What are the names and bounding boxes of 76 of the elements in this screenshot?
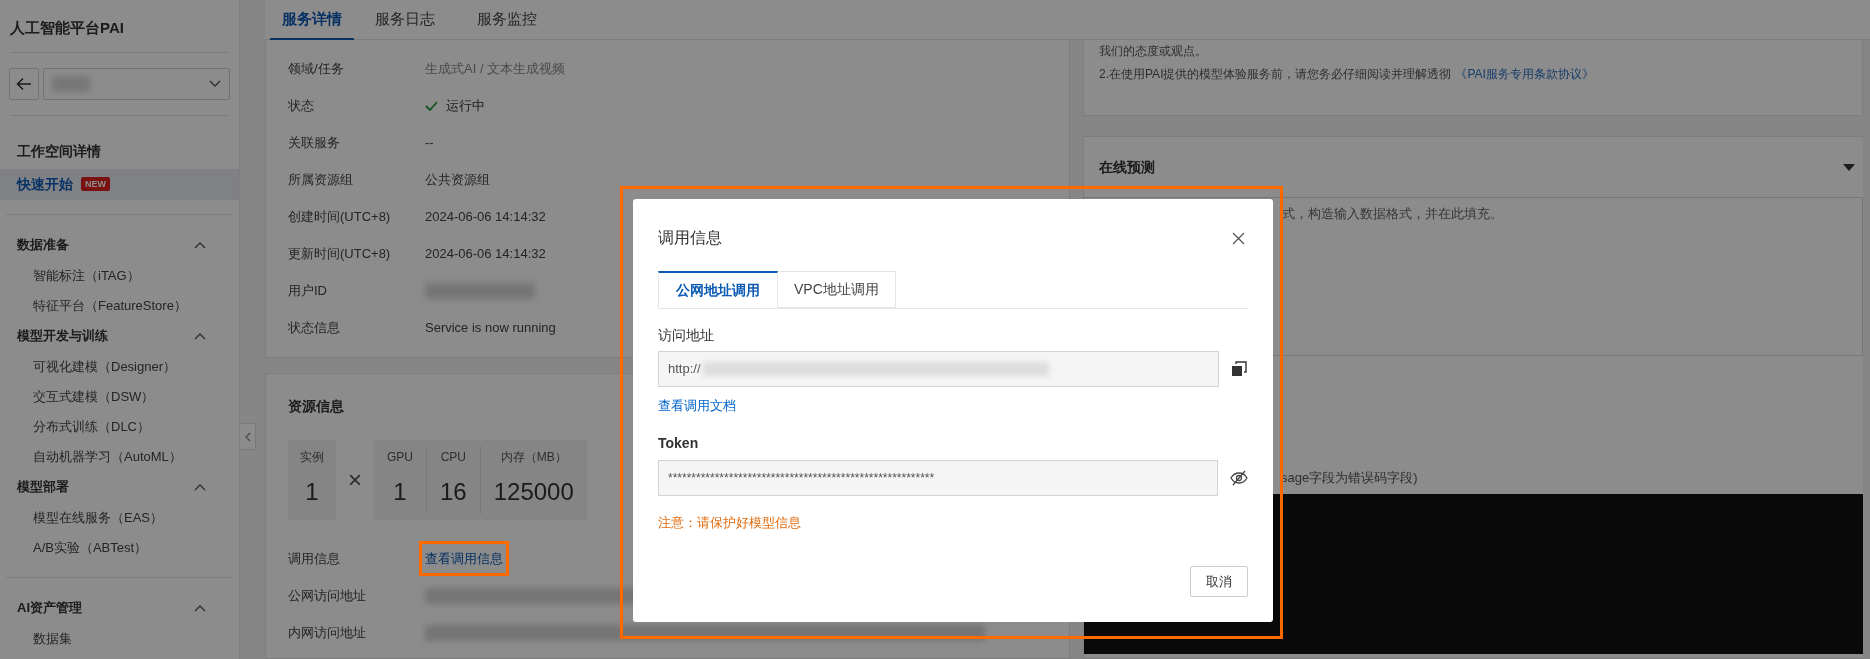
chevron-up-icon[interactable] [194,483,206,491]
address-field[interactable]: http:// [658,351,1219,387]
group-title: 数据准备 [17,236,69,255]
field-label: 状态 [288,96,315,115]
stat-label: 实例 [300,449,324,466]
eye-slash-icon[interactable] [1230,469,1248,486]
group-title: AI资产管理 [17,599,82,618]
chevron-down-icon [209,79,221,88]
back-button[interactable] [9,67,39,100]
dialog-title: 调用信息 [658,228,722,248]
stat-value: 16 [440,477,467,507]
token-field[interactable]: ********************************************************* [658,459,1219,496]
field-value: 公共资源组 [425,170,490,189]
new-badge: NEW [81,177,110,191]
field-value: 2024-06-06 14:14:32 [425,207,546,226]
terms-link[interactable]: 《PAI服务专用条款协议》 [1455,67,1594,81]
stat-value: 125000 [493,477,574,507]
collapse-handle[interactable] [240,423,256,450]
field-value: 2024-06-06 14:14:32 [425,244,546,263]
multiply-sign: × [347,465,363,495]
sidebar-item[interactable]: 可视化建模（Designer） [33,356,177,377]
group-title: 模型开发与训练 [17,327,108,346]
field-label: 创建时间(UTC+8) [288,207,392,226]
field-label: 内网访问地址 [288,623,367,642]
notice-text: 我们的态度或观点。 [1099,43,1208,60]
close-icon[interactable] [1232,231,1245,245]
info-link[interactable]: 查看调用信息 [425,550,503,566]
stat-label: GPU [387,449,413,466]
field-label: 更新时间(UTC+8) [288,244,392,263]
check-icon [425,100,438,111]
nav-item[interactable]: 工作空间详情 [0,135,239,167]
field-value: -- [425,133,434,152]
back-arrow-icon [16,76,32,91]
section-title: 资源信息 [288,397,344,416]
nav-item[interactable]: 快速开始 NEW [0,168,239,200]
sidebar-item[interactable]: 自动机器学习（AutoML） [33,446,182,467]
field-label: 用户ID [288,281,328,300]
sidebar-item[interactable]: 智能标注（iTAG） [33,265,140,286]
tab[interactable]: 服务日志 [354,0,456,40]
field-value: 生成式AI / 文本生成视频 [425,59,566,78]
field-value: Service is now running [425,318,556,337]
sidebar-item[interactable]: 交互式建模（DSW） [33,386,155,407]
chevron-up-icon[interactable] [194,241,206,249]
cancel-button[interactable]: 取消 [1190,566,1248,597]
field-label: 公网访问地址 [288,586,367,605]
sidebar-item[interactable]: A/B实验（ABTest） [33,537,148,558]
field-label: Token [658,433,700,453]
sidebar-item[interactable]: 数据集 [33,628,72,649]
tab[interactable]: 服务监控 [456,0,558,40]
caret-down-icon[interactable] [1843,163,1855,171]
status-text: 运行中 [446,96,485,115]
sidebar-title: 人工智能平台PAI [9,18,125,38]
sidebar-item[interactable]: 特征平台（FeatureStore） [33,295,187,316]
stat-label: 内存（MB） [500,449,567,466]
field-label: 状态信息 [288,318,341,337]
field-label: 所属资源组 [288,170,354,189]
sidebar-item[interactable]: 模型在线服务（EAS） [33,507,163,528]
field-label: 访问地址 [658,326,715,345]
dialog-tab[interactable]: VPC地址调用 [778,271,896,308]
group-title: 模型部署 [17,478,69,497]
chevron-up-icon[interactable] [194,332,206,340]
chevron-left-icon [244,431,251,442]
dialog-tab[interactable]: 公网地址调用 [658,271,778,308]
chevron-up-icon[interactable] [194,604,206,612]
field-label: 关联服务 [288,133,341,152]
field-label: 领域/任务 [288,59,345,78]
stat-value: 1 [393,477,407,507]
copy-icon[interactable] [1231,361,1247,377]
stat-value: 1 [305,477,319,507]
section-title: 在线预测 [1099,157,1155,177]
stat-label: CPU [440,449,467,466]
notice-text: 2.在使用PAI提供的模型体验服务前，请您务必仔细阅读并理解透彻 《PAI服务专用条款协议》 [1099,66,1595,83]
doc-link[interactable]: 查看调用文档 [658,396,736,416]
sidebar-item[interactable]: 分布式训练（DLC） [33,416,150,437]
warning-text: 注意：请保护好模型信息 [658,513,802,532]
field-label: 调用信息 [288,549,341,568]
